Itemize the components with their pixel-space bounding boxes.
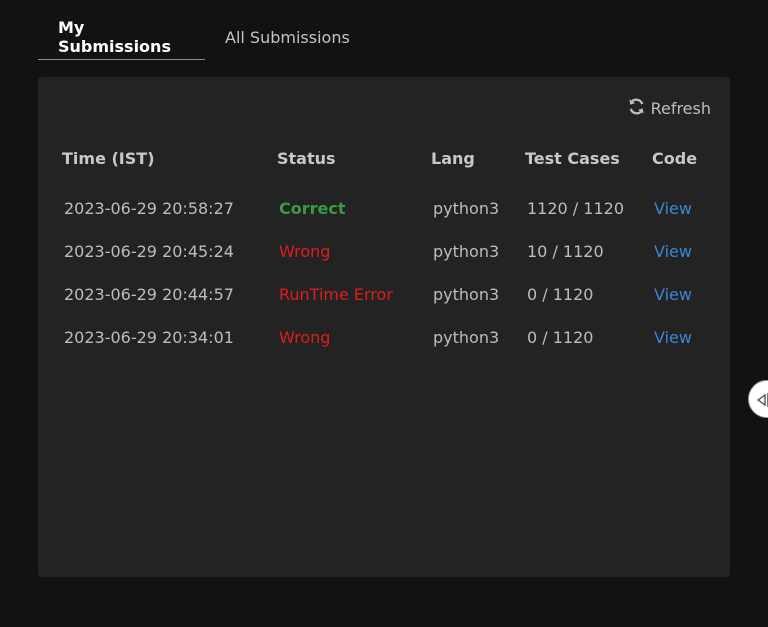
table-row: 2023-06-29 20:58:27 Correct python3 1120… [62, 187, 712, 230]
submission-tests: 10 / 1120 [527, 242, 604, 261]
submission-status: RunTime Error [279, 285, 393, 304]
header-time: Time (IST) [62, 148, 155, 168]
tab-all-submissions[interactable]: All Submissions [205, 14, 370, 60]
submission-time: 2023-06-29 20:44:57 [64, 285, 234, 304]
tab-my-submissions[interactable]: My Submissions [38, 14, 205, 60]
submission-time: 2023-06-29 20:58:27 [64, 199, 234, 218]
submission-lang: python3 [433, 285, 500, 304]
submission-tabs: My Submissions All Submissions [38, 14, 370, 60]
table-row: 2023-06-29 20:44:57 RunTime Error python… [62, 273, 712, 316]
table-row: 2023-06-29 20:34:01 Wrong python3 0 / 11… [62, 316, 712, 359]
view-code-link[interactable]: View [652, 328, 712, 347]
submission-time: 2023-06-29 20:45:24 [64, 242, 234, 261]
submission-time: 2023-06-29 20:34:01 [64, 328, 234, 347]
sidebar-toggle-button[interactable] [748, 380, 768, 418]
submission-status: Correct [279, 199, 346, 218]
view-code-link[interactable]: View [652, 199, 712, 218]
view-code-link[interactable]: View [652, 242, 712, 261]
submission-status: Wrong [279, 328, 331, 347]
refresh-button[interactable]: Refresh [627, 97, 711, 120]
refresh-icon [627, 97, 646, 120]
submissions-panel: Refresh Time (IST) Status Lang Test Case… [38, 77, 730, 577]
table-row: 2023-06-29 20:45:24 Wrong python3 10 / 1… [62, 230, 712, 273]
header-status: Status [277, 148, 336, 168]
submissions-table: Time (IST) Status Lang Test Cases Code 2… [62, 147, 712, 359]
refresh-label: Refresh [650, 99, 711, 118]
header-test-cases: Test Cases [525, 148, 620, 168]
view-code-link[interactable]: View [652, 285, 712, 304]
submission-tests: 0 / 1120 [527, 328, 594, 347]
submission-lang: python3 [433, 199, 500, 218]
submission-lang: python3 [433, 328, 500, 347]
submission-status: Wrong [279, 242, 331, 261]
submission-lang: python3 [433, 242, 500, 261]
header-code: Code [652, 148, 698, 168]
header-lang: Lang [431, 148, 475, 168]
submission-tests: 0 / 1120 [527, 285, 594, 304]
table-header: Time (IST) Status Lang Test Cases Code [62, 147, 712, 169]
submission-tests: 1120 / 1120 [527, 199, 624, 218]
